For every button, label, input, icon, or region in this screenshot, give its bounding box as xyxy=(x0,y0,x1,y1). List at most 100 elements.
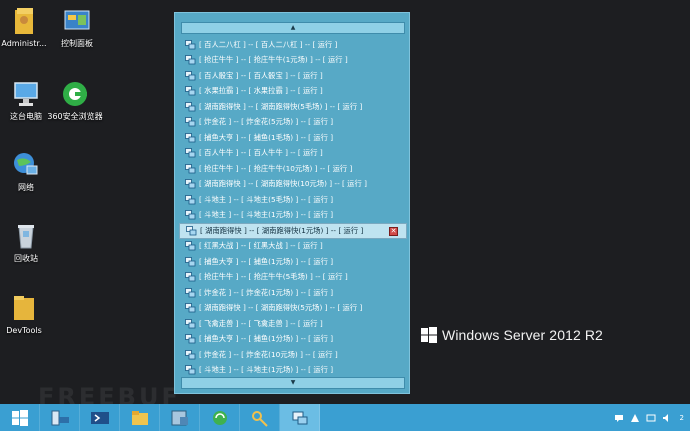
network-computer-icon xyxy=(185,39,196,50)
network-tray-icon[interactable] xyxy=(646,413,656,423)
list-item[interactable]: [ 捕鱼大亨 ] -- [ 捕鱼(1分场) ] -- [ 运行 ] xyxy=(179,332,407,348)
taskbar-app-2[interactable] xyxy=(200,404,240,431)
taskbar-server-manager[interactable] xyxy=(40,404,80,431)
taskbar-file-explorer[interactable] xyxy=(120,404,160,431)
network-computer-icon xyxy=(185,194,196,205)
network-computer-icon xyxy=(185,117,196,127)
network-computer-icon xyxy=(185,318,196,329)
volume-icon[interactable] xyxy=(662,413,672,423)
list-item-label: [ 斗地主 ] -- [ 斗地主(1元场) ] -- [ 运行 ] xyxy=(199,365,334,375)
folder-user-icon xyxy=(15,8,33,34)
list-item[interactable]: [ 湖南跑得快 ] -- [ 湖南跑得快(1元场) ] -- [ 运行 ] ✕ xyxy=(179,223,407,239)
list-item-label: [ 湖南跑得快 ] -- [ 湖南跑得快(5元场) ] -- [ 运行 ] xyxy=(199,303,363,313)
powershell-icon xyxy=(90,411,109,424)
list-item-label: [ 抢庄牛牛 ] -- [ 抢庄牛牛(5毛场) ] -- [ 运行 ] xyxy=(199,272,348,282)
network-computer-icon xyxy=(185,70,196,81)
list-item-label: [ 水果拉霸 ] -- [ 水果拉霸 ] -- [ 运行 ] xyxy=(199,86,323,96)
server-manager-icon xyxy=(51,410,69,425)
list-item[interactable]: [ 炸金花 ] -- [ 炸金花(5元场) ] -- [ 运行 ] xyxy=(179,115,407,131)
network-app-icon xyxy=(292,411,307,424)
desktop-icon-recycle-bin[interactable]: 回收站 xyxy=(0,221,58,264)
list-item[interactable]: [ 百人骰宝 ] -- [ 百人骰宝 ] -- [ 运行 ] xyxy=(179,68,407,84)
control-panel-icon xyxy=(64,10,90,30)
list-item-label: [ 飞禽走兽 ] -- [ 飞禽走兽 ] -- [ 运行 ] xyxy=(199,318,323,328)
list-item[interactable]: [ 水果拉霸 ] -- [ 水果拉霸 ] -- [ 运行 ] xyxy=(179,84,407,100)
list-item[interactable]: [ 红黑大战 ] -- [ 红黑大战 ] -- [ 运行 ] xyxy=(179,239,407,255)
start-button[interactable] xyxy=(0,404,40,431)
list-item[interactable]: [ 百人牛牛 ] -- [ 百人牛牛 ] -- [ 运行 ] xyxy=(179,146,407,162)
desktop-icon-control-panel[interactable]: 控制面板 xyxy=(45,6,109,49)
list-item-label: [ 湖南跑得快 ] -- [ 湖南跑得快(10元场) ] -- [ 运行 ] xyxy=(199,179,367,189)
taskbar-app-1[interactable] xyxy=(160,404,200,431)
taskbar-app-3[interactable] xyxy=(240,404,280,431)
list-item[interactable]: [ 百人二八杠 ] -- [ 百人二八杠 ] -- [ 运行 ] xyxy=(179,37,407,53)
action-center-icon[interactable] xyxy=(614,413,624,423)
taskbar: 2 xyxy=(0,404,690,431)
list-item-label: [ 捕鱼大亨 ] -- [ 捕鱼(1元场) ] -- [ 运行 ] xyxy=(199,256,334,266)
network-computer-icon xyxy=(185,287,196,298)
list-item[interactable]: [ 斗地主 ] -- [ 斗地主(1元场) ] -- [ 运行 ] xyxy=(179,208,407,224)
network-computer-icon xyxy=(185,210,196,220)
network-computer-icon xyxy=(185,179,196,189)
list-item[interactable]: [ 湖南跑得快 ] -- [ 湖南跑得快(5毛场) ] -- [ 运行 ] xyxy=(179,99,407,115)
system-tray: 2 xyxy=(608,404,690,431)
list-item[interactable]: [ 炸金花 ] -- [ 炸金花(1元场) ] -- [ 运行 ] xyxy=(179,285,407,301)
list-item-label: [ 捕鱼大亨 ] -- [ 捕鱼(1分场) ] -- [ 运行 ] xyxy=(199,334,334,344)
windows-logo-icon xyxy=(421,327,437,343)
list-item-label: [ 斗地主 ] -- [ 斗地主(5毛场) ] -- [ 运行 ] xyxy=(199,194,334,204)
windows-start-icon xyxy=(11,409,28,426)
list-item-label: [ 炸金花 ] -- [ 炸金花(5元场) ] -- [ 运行 ] xyxy=(199,117,334,127)
list-item[interactable]: [ 抢庄牛牛 ] -- [ 抢庄牛牛(5毛场) ] -- [ 运行 ] xyxy=(179,270,407,286)
windows-server-branding: Windows Server 2012 R2 xyxy=(421,327,603,343)
network-computer-icon xyxy=(185,256,196,267)
windows-server-text: Windows Server 2012 R2 xyxy=(442,327,603,343)
list-item[interactable]: [ 炸金花 ] -- [ 炸金花(10元场) ] -- [ 运行 ] xyxy=(179,347,407,363)
list-item[interactable]: [ 湖南跑得快 ] -- [ 湖南跑得快(10元场) ] -- [ 运行 ] xyxy=(179,177,407,193)
list-item-label: [ 抢庄牛牛 ] -- [ 抢庄牛牛(1元场) ] -- [ 运行 ] xyxy=(199,55,348,65)
taskbar-powershell[interactable] xyxy=(80,404,120,431)
desktop-icon-360-browser[interactable]: 360安全浏览器 xyxy=(43,79,107,122)
list-item-label: [ 百人骰宝 ] -- [ 百人骰宝 ] -- [ 运行 ] xyxy=(199,70,323,80)
list-item[interactable]: [ 捕鱼大亨 ] -- [ 捕鱼(1元场) ] -- [ 运行 ] xyxy=(179,254,407,270)
file-explorer-icon xyxy=(131,410,148,425)
list-item-label: [ 百人二八杠 ] -- [ 百人二八杠 ] -- [ 运行 ] xyxy=(199,39,338,49)
network-icon xyxy=(14,153,38,175)
network-computer-icon xyxy=(185,148,196,158)
list-item-label: [ 湖南跑得快 ] -- [ 湖南跑得快(5毛场) ] -- [ 运行 ] xyxy=(199,101,363,111)
key-icon xyxy=(251,410,268,427)
taskbar-app-4[interactable] xyxy=(280,404,320,431)
recycle-arrows-icon xyxy=(212,410,227,425)
list-item[interactable]: [ 飞禽走兽 ] -- [ 飞禽走兽 ] -- [ 运行 ] xyxy=(179,316,407,332)
clock[interactable]: 2 xyxy=(680,414,684,422)
network-computer-icon xyxy=(185,334,196,344)
scroll-down-button[interactable]: ▼ xyxy=(181,377,405,389)
list-item-label: [ 斗地主 ] -- [ 斗地主(1元场) ] -- [ 运行 ] xyxy=(199,210,334,220)
desktop-icon-network[interactable]: 网络 xyxy=(0,150,58,193)
list-item[interactable]: [ 抢庄牛牛 ] -- [ 抢庄牛牛(10元场) ] -- [ 运行 ] xyxy=(179,161,407,177)
network-computer-icon xyxy=(185,365,196,375)
list-item[interactable]: [ 湖南跑得快 ] -- [ 湖南跑得快(5元场) ] -- [ 运行 ] xyxy=(179,301,407,317)
network-computer-icon xyxy=(185,55,196,65)
game-list: [ 百人二八杠 ] -- [ 百人二八杠 ] -- [ 运行 ] [ 抢庄牛牛 ]… xyxy=(179,37,407,378)
list-item[interactable]: [ 斗地主 ] -- [ 斗地主(1元场) ] -- [ 运行 ] xyxy=(179,363,407,379)
warning-icon[interactable] xyxy=(630,413,640,423)
network-computer-icon xyxy=(185,86,196,96)
list-item-label: [ 红黑大战 ] -- [ 红黑大战 ] -- [ 运行 ] xyxy=(199,241,323,251)
recycle-bin-icon xyxy=(18,225,34,249)
computer-icon xyxy=(14,82,38,106)
network-computer-icon xyxy=(185,303,196,313)
network-computer-icon xyxy=(185,101,196,112)
list-item[interactable]: [ 斗地主 ] -- [ 斗地主(5毛场) ] -- [ 运行 ] xyxy=(179,192,407,208)
network-computer-icon xyxy=(185,241,196,251)
network-computer-icon xyxy=(185,349,196,360)
list-item-label: [ 抢庄牛牛 ] -- [ 抢庄牛牛(10元场) ] -- [ 运行 ] xyxy=(199,163,353,173)
scroll-up-button[interactable]: ▲ xyxy=(181,22,405,34)
list-item-label: [ 炸金花 ] -- [ 炸金花(10元场) ] -- [ 运行 ] xyxy=(199,349,338,359)
desktop-icon-devtools[interactable]: DevTools xyxy=(0,293,56,336)
close-icon[interactable]: ✕ xyxy=(389,227,398,236)
network-computer-icon xyxy=(185,163,196,174)
list-item[interactable]: [ 捕鱼大亨 ] -- [ 捕鱼(1毛场) ] -- [ 运行 ] xyxy=(179,130,407,146)
list-item[interactable]: [ 抢庄牛牛 ] -- [ 抢庄牛牛(1元场) ] -- [ 运行 ] xyxy=(179,53,407,69)
list-item-label: [ 湖南跑得快 ] -- [ 湖南跑得快(1元场) ] -- [ 运行 ] xyxy=(200,225,364,235)
network-computer-icon xyxy=(185,272,196,282)
